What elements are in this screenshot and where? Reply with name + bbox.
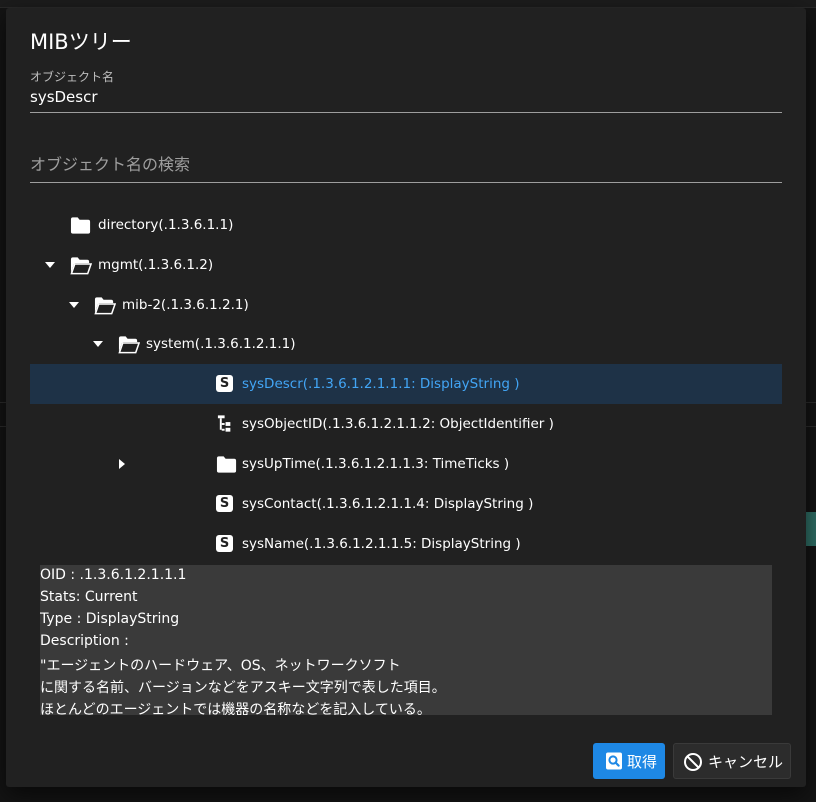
cancel-button-label: キャンセル <box>708 753 784 771</box>
tree-node[interactable]: SsysName(.1.3.6.1.2.1.1.5: DisplayString… <box>30 524 782 564</box>
object-id-icon <box>217 415 231 432</box>
folder-icon <box>70 217 91 234</box>
tree-node[interactable]: system(.1.3.6.1.2.1.1) <box>30 324 782 364</box>
tree-node[interactable]: SsysContact(.1.3.6.1.2.1.1.4: DisplayStr… <box>30 484 782 524</box>
caret-down-icon[interactable] <box>44 259 56 271</box>
tree-node[interactable]: sysUpTime(.1.3.6.1.2.1.1.3: TimeTicks ) <box>30 444 782 484</box>
object-name-underline <box>30 112 782 113</box>
cancel-icon <box>684 753 702 771</box>
search-underline <box>30 182 782 183</box>
folder-open-icon <box>118 336 140 354</box>
get-button[interactable]: 取得 <box>593 743 665 779</box>
mib-tree-dialog: MIBツリー オブジェクト名 sysDescr directory(.1.3.6… <box>6 8 806 787</box>
tree-node-label: mgmt(.1.3.6.1.2) <box>98 257 214 273</box>
tree-node-label: sysDescr(.1.3.6.1.2.1.1.1: DisplayString… <box>242 376 520 392</box>
folder-open-icon <box>94 297 116 315</box>
detail-description-line: に関する名前、バージョンなどをアスキー文字列で表した項目。 <box>40 680 446 696</box>
tree-node-label: system(.1.3.6.1.2.1.1) <box>146 336 296 352</box>
detail-stats: Stats: Current <box>40 589 138 605</box>
search-document-icon <box>606 752 622 770</box>
dialog-title: MIBツリー <box>30 30 132 54</box>
tree-node[interactable]: sysObjectID(.1.3.6.1.2.1.1.2: ObjectIden… <box>30 404 782 444</box>
object-name-field[interactable]: sysDescr <box>30 88 98 106</box>
tree-node-label: directory(.1.3.6.1.1) <box>98 217 234 233</box>
tree-node[interactable]: mgmt(.1.3.6.1.2) <box>30 245 782 285</box>
background-button-edge <box>806 512 816 546</box>
detail-description-label: Description : <box>40 633 129 649</box>
detail-type: Type : DisplayString <box>40 611 180 627</box>
tree-node-label: sysName(.1.3.6.1.2.1.1.5: DisplayString … <box>242 536 521 552</box>
folder-open-icon <box>70 257 92 275</box>
tree-node-label: sysContact(.1.3.6.1.2.1.1.4: DisplayStri… <box>242 496 534 512</box>
detail-description-line: ほとんどのエージェントでは機器の名称などを記入している。 <box>40 702 431 715</box>
background-topbar <box>0 0 816 8</box>
get-button-label: 取得 <box>627 753 658 771</box>
tree-node[interactable]: SsysDescr(.1.3.6.1.2.1.1.1: DisplayStrin… <box>30 364 782 404</box>
tree-node[interactable]: mib-2(.1.3.6.1.2.1) <box>30 285 782 325</box>
detail-description-line: "エージェントのハードウェア、OS、ネットワークソフト <box>40 658 401 674</box>
folder-icon <box>216 456 237 473</box>
object-search-input[interactable] <box>30 150 782 178</box>
caret-right-icon[interactable] <box>116 458 128 470</box>
cancel-button[interactable]: キャンセル <box>673 743 791 779</box>
string-icon: S <box>216 495 233 512</box>
caret-down-icon[interactable] <box>68 299 80 311</box>
detail-oid: OID : .1.3.6.1.2.1.1.1 <box>40 567 187 583</box>
object-name-label: オブジェクト名 <box>30 70 115 84</box>
string-icon: S <box>216 375 233 392</box>
detail-panel: OID : .1.3.6.1.2.1.1.1 Stats: Current Ty… <box>40 565 772 715</box>
tree-node-label: sysUpTime(.1.3.6.1.2.1.1.3: TimeTicks ) <box>242 456 510 472</box>
tree-node-label: sysObjectID(.1.3.6.1.2.1.1.2: ObjectIden… <box>242 416 554 432</box>
tree-node[interactable]: directory(.1.3.6.1.1) <box>30 205 782 245</box>
tree-node-label: mib-2(.1.3.6.1.2.1) <box>122 297 249 313</box>
caret-down-icon[interactable] <box>92 338 104 350</box>
string-icon: S <box>216 535 233 552</box>
